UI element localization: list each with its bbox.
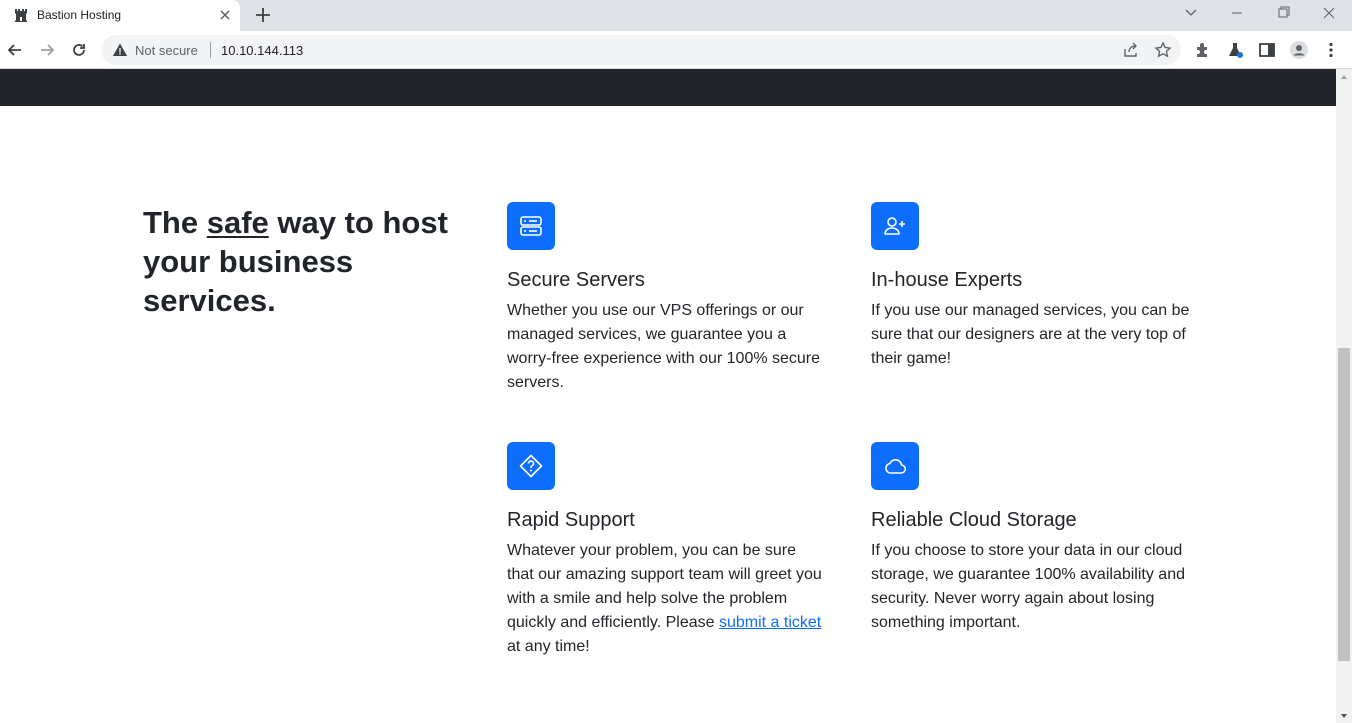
feature-description: Whether you use our VPS offerings or our… — [507, 302, 821, 391]
browser-toolbar: Not secure 10.10.144.113 — [0, 31, 1352, 69]
browser-tab[interactable]: Bastion Hosting — [0, 0, 240, 31]
feature-icon-box — [871, 442, 919, 490]
side-panel-icon[interactable] — [1257, 40, 1277, 60]
scroll-down-arrow-icon[interactable] — [1340, 712, 1348, 720]
submit-ticket-link[interactable]: submit a ticket — [719, 614, 821, 631]
restore-icon[interactable] — [1260, 0, 1306, 31]
close-tab-icon[interactable] — [216, 6, 234, 24]
person-plus-icon — [884, 217, 905, 235]
feature-description: If you use our managed services, you can… — [871, 302, 1190, 367]
address-bar[interactable]: Not secure 10.10.144.113 — [101, 35, 1181, 65]
profile-avatar-icon[interactable] — [1289, 40, 1309, 60]
tab-search-icon[interactable] — [1168, 0, 1214, 31]
back-icon[interactable] — [5, 40, 25, 60]
headline-start: The — [143, 205, 207, 240]
feature-icon-box — [507, 442, 555, 490]
labs-flask-icon[interactable] — [1225, 40, 1245, 60]
feature-icon-box — [871, 202, 919, 250]
extensions-icon[interactable] — [1193, 40, 1213, 60]
feature-in-house-experts: In-house Experts If you use our managed … — [871, 202, 1191, 371]
question-diamond-icon — [519, 454, 543, 478]
feature-title: Secure Servers — [507, 269, 645, 291]
share-icon[interactable] — [1122, 41, 1140, 59]
feature-icon-box — [507, 202, 555, 250]
feature-title: Reliable Cloud Storage — [871, 509, 1077, 531]
tab-title: Bastion Hosting — [37, 8, 122, 22]
feature-title: In-house Experts — [871, 269, 1023, 291]
feature-cloud-storage: Reliable Cloud Storage If you choose to … — [871, 442, 1191, 635]
server-icon — [520, 216, 542, 236]
menu-kebab-icon[interactable] — [1321, 40, 1341, 60]
feature-description: Whatever your problem, you can be sure t… — [507, 539, 827, 659]
support-text-end: at any time! — [507, 638, 590, 655]
feature-description: If you choose to store your data in our … — [871, 542, 1185, 631]
minimize-icon[interactable] — [1214, 0, 1260, 31]
navbar-bottom-edge — [0, 69, 1336, 106]
scroll-up-arrow-icon[interactable] — [1340, 73, 1348, 81]
tab-strip: Bastion Hosting — [0, 0, 1352, 31]
reload-icon[interactable] — [69, 40, 89, 60]
feature-rapid-support: Rapid Support Whatever your problem, you… — [507, 442, 827, 659]
security-label[interactable]: Not secure — [135, 43, 198, 58]
warning-icon[interactable] — [112, 42, 128, 58]
cloud-icon — [885, 459, 907, 474]
headline-emphasis: safe — [206, 205, 269, 240]
bookmark-star-icon[interactable] — [1154, 41, 1172, 59]
new-tab-icon[interactable] — [253, 5, 273, 25]
forward-icon[interactable] — [37, 40, 57, 60]
omnibox-divider — [210, 42, 211, 58]
feature-title: Rapid Support — [507, 509, 635, 531]
url-text[interactable]: 10.10.144.113 — [221, 43, 303, 58]
page-viewport: The safe way to host your business servi… — [0, 69, 1336, 723]
feature-secure-servers: Secure Servers Whether you use our VPS o… — [507, 202, 827, 395]
hero-headline: The safe way to host your business servi… — [143, 203, 473, 320]
scrollbar-thumb[interactable] — [1338, 348, 1350, 661]
castle-icon — [15, 9, 27, 22]
close-window-icon[interactable] — [1306, 0, 1352, 31]
